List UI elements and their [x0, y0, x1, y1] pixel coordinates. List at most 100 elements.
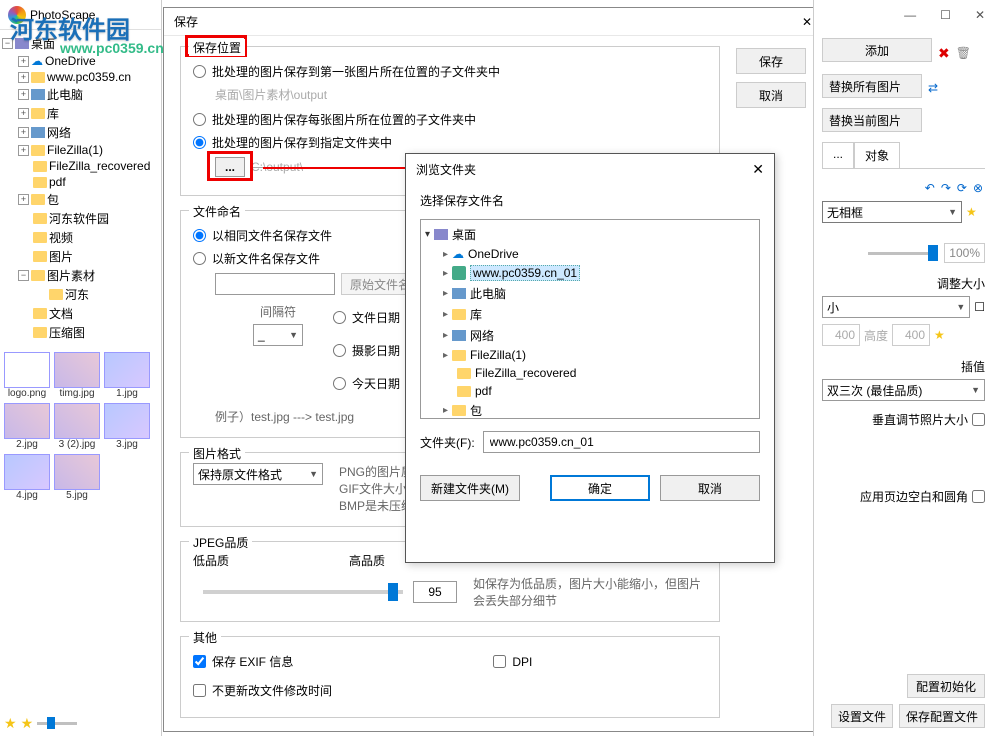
quality-value[interactable]: 95	[413, 581, 457, 603]
location-radio-2[interactable]	[193, 113, 206, 126]
tree-item[interactable]: 压缩图	[49, 324, 85, 341]
tree-item[interactable]: 文档	[49, 305, 73, 322]
reset-icon[interactable]: ⊗	[973, 181, 983, 195]
new-folder-button[interactable]: 新建文件夹(M)	[420, 475, 520, 501]
lock-icon[interactable]: ☐	[974, 300, 985, 314]
width-input[interactable]	[822, 324, 860, 346]
expand-icon[interactable]: +	[18, 108, 29, 119]
close-icon[interactable]: ✕	[752, 161, 764, 178]
zoom-slider[interactable]	[37, 722, 77, 725]
tree-item[interactable]: 此电脑	[470, 285, 506, 302]
expand-icon[interactable]: +	[18, 89, 29, 100]
save-button[interactable]: 保存	[736, 48, 806, 74]
date-radio-file[interactable]	[333, 311, 346, 324]
tree-root[interactable]: 桌面	[452, 226, 476, 243]
close-icon[interactable]: ✕	[975, 8, 985, 22]
folder-name-input[interactable]	[483, 431, 760, 453]
tree-item-selected[interactable]: www.pc0359.cn_01	[470, 265, 580, 281]
save-config-button[interactable]: 保存配置文件	[899, 704, 985, 728]
thumbnail[interactable]: 5.jpg	[54, 454, 100, 501]
dpi-checkbox[interactable]	[493, 655, 506, 668]
refresh-icon[interactable]: ⟳	[957, 181, 967, 195]
location-radio-3[interactable]	[193, 136, 206, 149]
tree-item[interactable]: OneDrive	[468, 247, 519, 261]
frame-dropdown[interactable]: 无相框▼	[822, 201, 962, 223]
tree-item[interactable]: pdf	[475, 384, 492, 398]
tree-item[interactable]: pdf	[49, 175, 66, 189]
close-icon[interactable]: ✕	[802, 15, 812, 29]
opacity-slider[interactable]	[868, 252, 938, 255]
folder-tree[interactable]: −桌面 +☁OneDrive +www.pc0359.cn +此电脑 +库 +网…	[0, 30, 161, 346]
maximize-icon[interactable]: ☐	[940, 8, 951, 22]
expand-icon[interactable]: +	[18, 145, 29, 156]
tab[interactable]: ...	[822, 142, 854, 168]
naming-radio-2[interactable]	[193, 252, 206, 265]
tree-item[interactable]: 网络	[470, 327, 494, 344]
size-preset-dropdown[interactable]: 小▼	[822, 296, 970, 318]
separator-dropdown[interactable]: _▼	[253, 324, 303, 346]
expand-icon[interactable]: ▸	[443, 309, 448, 320]
set-file-button[interactable]: 设置文件	[831, 704, 893, 728]
vert-adjust-checkbox[interactable]	[972, 413, 985, 426]
expand-icon[interactable]: ▸	[443, 330, 448, 341]
star-icon[interactable]: ★	[966, 205, 977, 219]
minimize-icon[interactable]: —	[904, 8, 916, 22]
interp-dropdown[interactable]: 双三次 (最佳品质)▼	[822, 379, 985, 401]
delete-icon[interactable]: ✖	[938, 45, 950, 62]
thumbnail[interactable]: timg.jpg	[54, 352, 100, 399]
ok-button[interactable]: 确定	[550, 475, 650, 501]
expand-icon[interactable]: ▸	[443, 350, 448, 361]
thumbnail[interactable]: 1.jpg	[104, 352, 150, 399]
tree-item[interactable]: 库	[47, 105, 59, 122]
redo-icon[interactable]: ↷	[941, 181, 951, 195]
expand-icon[interactable]: +	[18, 72, 29, 83]
quality-slider[interactable]	[203, 590, 403, 594]
thumbnail[interactable]: 4.jpg	[4, 454, 50, 501]
expand-icon[interactable]: ▸	[443, 249, 448, 260]
tree-item-pc[interactable]: 此电脑	[47, 86, 83, 103]
tree-item[interactable]: 包	[47, 191, 59, 208]
expand-icon[interactable]: +	[18, 194, 29, 205]
round-corners-checkbox[interactable]	[972, 490, 985, 503]
tree-item[interactable]: FileZilla_recovered	[49, 159, 150, 173]
thumbnail[interactable]: 3 (2).jpg	[54, 403, 100, 450]
tree-item[interactable]: FileZilla_recovered	[475, 366, 576, 380]
star-icon[interactable]: ★	[4, 715, 17, 732]
collapse-icon[interactable]: ▾	[425, 229, 430, 240]
tab-objects[interactable]: 对象	[854, 142, 900, 168]
cancel-button[interactable]: 取消	[736, 82, 806, 108]
thumbnail[interactable]: logo.png	[4, 352, 50, 399]
tree-item[interactable]: 视频	[49, 229, 73, 246]
tree-item[interactable]: 图片素材	[47, 267, 95, 284]
star-icon[interactable]: ★	[21, 715, 34, 732]
expand-icon[interactable]: +	[18, 127, 29, 138]
tree-item-onedrive[interactable]: OneDrive	[45, 54, 96, 68]
tree-item[interactable]: 库	[470, 306, 482, 323]
naming-radio-1[interactable]	[193, 229, 206, 242]
thumbnail[interactable]: 3.jpg	[104, 403, 150, 450]
date-radio-shot[interactable]	[333, 344, 346, 357]
location-radio-1[interactable]	[193, 65, 206, 78]
filename-input[interactable]	[215, 273, 335, 295]
tree-item[interactable]: 网络	[47, 124, 71, 141]
cancel-button[interactable]: 取消	[660, 475, 760, 501]
expand-icon[interactable]: ▸	[443, 405, 448, 416]
expand-icon[interactable]: ▸	[443, 268, 448, 279]
trash-icon[interactable]: 🗑	[956, 46, 971, 60]
tree-item[interactable]: www.pc0359.cn	[47, 70, 131, 84]
browse-tree[interactable]: ▾桌面 ▸☁OneDrive ▸www.pc0359.cn_01 ▸此电脑 ▸库…	[420, 219, 760, 419]
replace-current-button[interactable]: 替换当前图片	[822, 108, 922, 132]
tree-item[interactable]: 河东软件园	[49, 210, 109, 227]
tree-item[interactable]: FileZilla(1)	[47, 143, 103, 157]
add-button[interactable]: 添加	[822, 38, 932, 62]
thumbnail[interactable]: 2.jpg	[4, 403, 50, 450]
date-radio-today[interactable]	[333, 377, 346, 390]
expand-icon[interactable]: +	[18, 56, 29, 67]
star-icon[interactable]: ★	[934, 328, 945, 342]
tree-item[interactable]: 河东	[65, 286, 89, 303]
config-init-button[interactable]: 配置初始化	[907, 674, 985, 698]
nomod-checkbox[interactable]	[193, 684, 206, 697]
format-dropdown[interactable]: 保持原文件格式▼	[193, 463, 323, 485]
replace-all-button[interactable]: 替换所有图片	[822, 74, 922, 98]
swap-icon[interactable]: ⇄	[928, 81, 938, 95]
